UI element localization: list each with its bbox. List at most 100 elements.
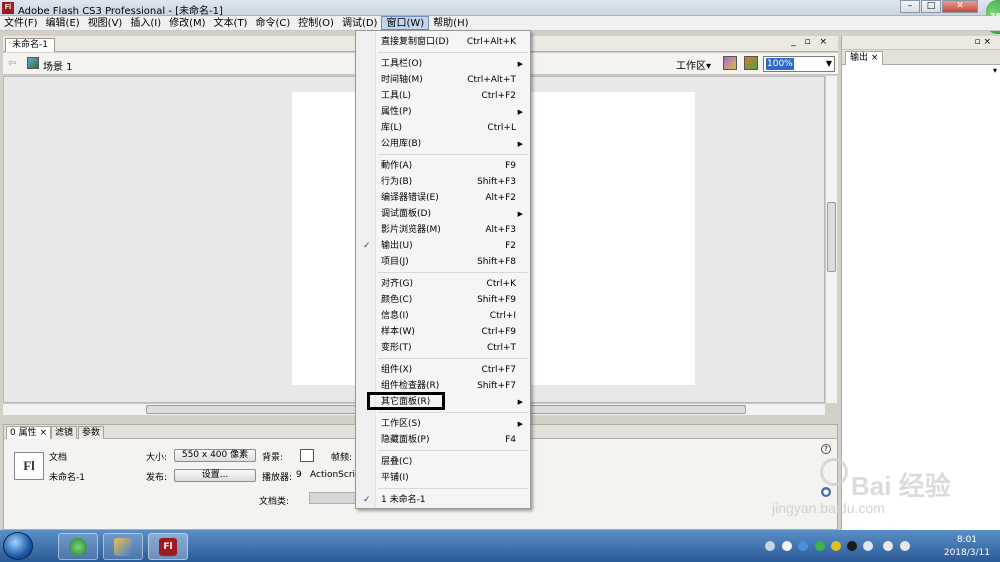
window-menu-item[interactable]: 平铺(I) bbox=[357, 470, 530, 486]
menu-item-label: 影片浏览器(M) bbox=[381, 225, 441, 235]
menu-item-label: 调试面板(D) bbox=[381, 209, 431, 219]
tab-parameters[interactable]: 参数 bbox=[78, 426, 105, 439]
document-window-controls[interactable]: _ ▫ × bbox=[791, 37, 830, 47]
size-button[interactable]: 550 x 400 像素 bbox=[174, 449, 256, 462]
zoom-select[interactable]: 100% ▼ bbox=[763, 56, 835, 72]
close-button[interactable]: ✕ bbox=[942, 0, 978, 13]
menu-item-label: 变形(T) bbox=[381, 343, 412, 353]
background-color-swatch[interactable] bbox=[300, 449, 314, 462]
output-panel: ▫ × 输出 × ▾ bbox=[841, 36, 1000, 530]
taskbar-flash-button[interactable]: Fl bbox=[148, 533, 188, 560]
menu-window[interactable]: 窗口(W) bbox=[381, 16, 430, 30]
window-menu-item[interactable]: 工具栏(O) ▶ bbox=[357, 56, 530, 72]
doc-type-label: 文档 bbox=[49, 453, 68, 463]
window-menu-item[interactable]: 行为(B) Shift+F3 bbox=[357, 174, 530, 190]
submenu-arrow-icon: ▶ bbox=[517, 140, 523, 148]
edit-symbols-icon[interactable] bbox=[723, 56, 737, 70]
tray-qq-icon[interactable] bbox=[847, 541, 857, 551]
window-menu-item[interactable]: 工具(L) Ctrl+F2 bbox=[357, 88, 530, 104]
window-menu-item[interactable]: 動作(A) F9 bbox=[357, 158, 530, 174]
tray-help-icon[interactable] bbox=[782, 541, 792, 551]
window-menu-item[interactable]: 对齐(G) Ctrl+K bbox=[357, 276, 530, 292]
submenu-arrow-icon: ▶ bbox=[517, 60, 523, 68]
settings-button[interactable]: 设置... bbox=[174, 469, 256, 482]
tray-security-icon[interactable] bbox=[831, 541, 841, 551]
tab-properties[interactable]: 0 属性 × bbox=[6, 426, 52, 439]
menu-item-label: 工具栏(O) bbox=[381, 59, 423, 69]
menu-text[interactable]: 文本(T) bbox=[210, 16, 252, 30]
vertical-scrollbar[interactable] bbox=[825, 76, 837, 403]
tray-volume-icon[interactable] bbox=[900, 541, 910, 551]
player-label: 播放器: bbox=[262, 473, 293, 483]
window-menu-item[interactable]: 直接复制窗口(D) Ctrl+Alt+K bbox=[357, 34, 530, 50]
menu-item-label: 层叠(C) bbox=[381, 457, 413, 467]
tray-up-icon[interactable] bbox=[765, 541, 775, 551]
menu-commands[interactable]: 命令(C) bbox=[251, 16, 294, 30]
chevron-down-icon[interactable]: ▼ bbox=[826, 59, 832, 68]
window-menu-item[interactable]: 隐藏面板(P) F4 bbox=[357, 432, 530, 448]
window-menu-item[interactable]: 样本(W) Ctrl+F9 bbox=[357, 324, 530, 340]
menu-item-label: 動作(A) bbox=[381, 161, 413, 171]
menu-separator bbox=[378, 52, 528, 53]
tray-keyboard-icon[interactable] bbox=[863, 541, 873, 551]
menu-item-shortcut: Ctrl+Alt+T bbox=[467, 75, 516, 85]
window-menu-item[interactable]: ✓ 1 未命名-1 bbox=[357, 492, 530, 508]
frame-rate-label: 帧频: bbox=[331, 453, 353, 463]
menu-separator bbox=[378, 272, 528, 273]
workspace-button[interactable]: 工作区▾ bbox=[676, 57, 711, 72]
window-menu-item[interactable]: 属性(P) ▶ bbox=[357, 104, 530, 120]
edit-scene-icon[interactable] bbox=[744, 56, 758, 70]
tab-filters[interactable]: 滤镜 bbox=[51, 426, 78, 439]
window-menu-item[interactable]: 组件(X) Ctrl+F7 bbox=[357, 362, 530, 378]
clock[interactable]: 8:01 2018/3/11 bbox=[944, 534, 990, 560]
window-menu-item[interactable]: 工作区(S) ▶ bbox=[357, 416, 530, 432]
restore-button[interactable]: □ bbox=[921, 0, 941, 13]
menu-item-label: 平铺(I) bbox=[381, 473, 409, 483]
scroll-thumb[interactable] bbox=[827, 202, 836, 272]
window-menu-item[interactable]: 变形(T) Ctrl+T bbox=[357, 340, 530, 356]
minimize-button[interactable]: – bbox=[900, 0, 920, 13]
scene-label[interactable]: 场景 1 bbox=[43, 58, 73, 73]
window-menu-item[interactable]: 编译器错误(E) Alt+F2 bbox=[357, 190, 530, 206]
tab-output[interactable]: 输出 × bbox=[845, 51, 884, 65]
document-class-field[interactable] bbox=[309, 492, 359, 504]
window-menu-item[interactable]: 调试面板(D) ▶ bbox=[357, 206, 530, 222]
menu-help[interactable]: 帮助(H) bbox=[429, 16, 472, 30]
window-menu-item[interactable]: 公用库(B) ▶ bbox=[357, 136, 530, 152]
window-menu-item[interactable]: 颜色(C) Shift+F9 bbox=[357, 292, 530, 308]
panel-menu-icon[interactable]: ▾ bbox=[993, 66, 997, 75]
tray-network-icon[interactable] bbox=[883, 541, 893, 551]
menu-item-label: 行为(B) bbox=[381, 177, 413, 187]
window-menu-item[interactable]: 项目(J) Shift+F8 bbox=[357, 254, 530, 270]
tray-bluetooth-icon[interactable] bbox=[798, 541, 808, 551]
menu-item-label: 隐藏面板(P) bbox=[381, 435, 430, 445]
clock-date: 2018/3/11 bbox=[943, 548, 990, 558]
help-icon[interactable]: ? bbox=[821, 444, 831, 454]
menu-item-label: 编译器错误(E) bbox=[381, 193, 439, 203]
window-menu-item[interactable]: 影片浏览器(M) Alt+F3 bbox=[357, 222, 530, 238]
annotation-highlight-box bbox=[367, 392, 445, 410]
menu-modify[interactable]: 修改(M) bbox=[165, 16, 209, 30]
window-menu-item[interactable]: 信息(I) Ctrl+I bbox=[357, 308, 530, 324]
browser-icon bbox=[69, 538, 87, 556]
edit-icon[interactable]: ● bbox=[821, 487, 831, 497]
window-menu-item[interactable]: 时间轴(M) Ctrl+Alt+T bbox=[357, 72, 530, 88]
back-arrow-icon[interactable]: ⇦ bbox=[8, 58, 16, 69]
menu-debug[interactable]: 调试(D) bbox=[338, 16, 382, 30]
taskbar-paint-button[interactable] bbox=[103, 533, 143, 560]
window-menu-item[interactable]: ✓ 输出(U) F2 bbox=[357, 238, 530, 254]
menu-view[interactable]: 视图(V) bbox=[84, 16, 127, 30]
panel-controls[interactable]: ▫ × bbox=[974, 37, 991, 47]
window-menu-item[interactable]: 库(L) Ctrl+L bbox=[357, 120, 530, 136]
menu-file[interactable]: 文件(F) bbox=[0, 16, 42, 30]
menu-edit[interactable]: 编辑(E) bbox=[42, 16, 84, 30]
menu-item-shortcut: Ctrl+L bbox=[487, 123, 516, 133]
window-title: Adobe Flash CS3 Professional - [未命名-1] bbox=[18, 6, 223, 17]
tray-app-icon[interactable] bbox=[815, 541, 825, 551]
window-menu-item[interactable]: 层叠(C) bbox=[357, 454, 530, 470]
menu-insert[interactable]: 插入(I) bbox=[126, 16, 165, 30]
taskbar-browser-button[interactable] bbox=[58, 533, 98, 560]
document-tab[interactable]: 未命名-1 bbox=[5, 38, 55, 52]
start-button[interactable] bbox=[3, 532, 33, 560]
menu-control[interactable]: 控制(O) bbox=[294, 16, 338, 30]
